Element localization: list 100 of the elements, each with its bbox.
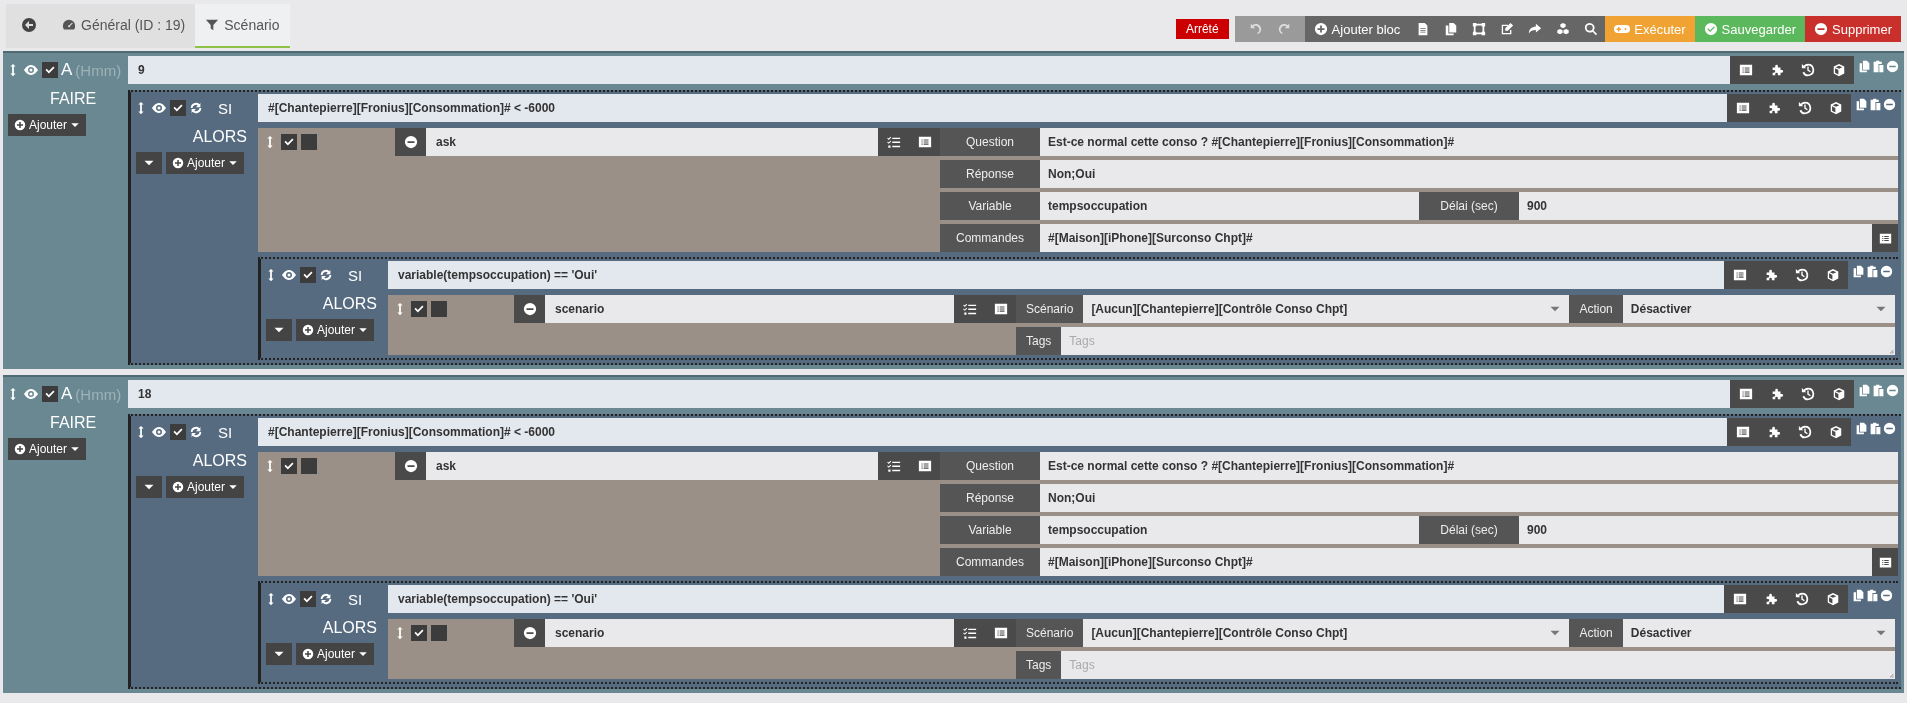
parallel-checkbox[interactable] <box>431 301 447 317</box>
checkbox[interactable] <box>300 591 316 607</box>
remove-button[interactable] <box>395 452 426 480</box>
command-picker-button[interactable] <box>1872 548 1898 576</box>
details-button[interactable] <box>909 452 940 480</box>
paste-button[interactable] <box>1866 589 1879 602</box>
text-field[interactable]: 900 <box>1519 192 1898 220</box>
cube-button[interactable] <box>1823 380 1854 408</box>
text-field[interactable]: Non;Oui <box>1040 160 1898 188</box>
checkbox[interactable] <box>281 134 297 150</box>
action-name-field[interactable]: scenario <box>545 295 954 323</box>
tags-field[interactable]: Tags <box>1061 651 1895 679</box>
tags-field[interactable]: Tags <box>1061 327 1895 355</box>
action-name-field[interactable]: ask <box>426 452 878 480</box>
collapse-button[interactable] <box>136 152 162 174</box>
options-button[interactable] <box>878 128 909 156</box>
text-field[interactable]: 900 <box>1519 516 1898 544</box>
checkbox[interactable] <box>170 100 186 116</box>
copy-button[interactable] <box>1855 98 1868 111</box>
remove-button[interactable] <box>1880 589 1893 602</box>
action-name-field[interactable]: scenario <box>545 619 954 647</box>
details-button[interactable] <box>985 619 1016 647</box>
copy-button[interactable] <box>1852 265 1865 278</box>
tab[interactable]: Général (ID : 19) <box>52 4 196 48</box>
paste-button[interactable] <box>1869 422 1882 435</box>
cube-button[interactable] <box>1823 56 1854 84</box>
add-dropdown[interactable]: Ajouter <box>296 319 375 341</box>
remove-button[interactable] <box>1886 384 1899 397</box>
paste-button[interactable] <box>1872 60 1885 73</box>
remove-button[interactable] <box>514 619 545 647</box>
paste-button[interactable] <box>1866 265 1879 278</box>
text-field[interactable]: #[Maison][iPhone][Surconso Chpt]# <box>1040 224 1872 252</box>
condition-field[interactable]: variable(tempsoccupation) == 'Oui' <box>388 585 1724 613</box>
condition-field[interactable]: #[Chantepierre][Fronius][Consommation]# < -6000 <box>258 418 1727 446</box>
parallel-checkbox[interactable] <box>301 458 317 474</box>
delete-button[interactable]: Supprimer <box>1805 16 1901 42</box>
remove-button[interactable] <box>1883 422 1896 435</box>
add-dropdown[interactable]: Ajouter <box>166 476 245 498</box>
details-button[interactable] <box>1730 56 1761 84</box>
parallel-checkbox[interactable] <box>301 134 317 150</box>
details-button[interactable] <box>985 295 1016 323</box>
cube-button[interactable] <box>1820 94 1851 122</box>
checkbox[interactable] <box>411 625 427 641</box>
tasks-icon <box>886 135 901 149</box>
details-button[interactable] <box>1724 261 1755 289</box>
paste-button[interactable] <box>1869 98 1882 111</box>
collapse-button[interactable] <box>136 476 162 498</box>
checkbox[interactable] <box>170 424 186 440</box>
remove-button[interactable] <box>1886 60 1899 73</box>
details-button[interactable] <box>1727 94 1758 122</box>
add-dropdown[interactable]: Ajouter <box>8 114 87 136</box>
checkbox[interactable] <box>281 458 297 474</box>
text-field[interactable]: #[Maison][iPhone][Surconso Chpt]# <box>1040 548 1872 576</box>
list-icon <box>917 459 932 473</box>
select-field[interactable]: [Aucun][Chantepierre][Contrôle Conso Chpt] <box>1083 295 1570 323</box>
collapse-button[interactable] <box>266 319 292 341</box>
text-field[interactable]: tempsoccupation <box>1040 192 1419 220</box>
time-field[interactable]: 9 <box>128 56 1730 84</box>
options-button[interactable] <box>954 619 985 647</box>
tab[interactable]: Scénario <box>195 4 290 48</box>
add-dropdown[interactable]: Ajouter <box>8 438 87 460</box>
text-field[interactable]: Est-ce normal cette conso ? #[Chantepierre][Fronius][Consommation]# <box>1040 452 1898 480</box>
details-button[interactable] <box>1724 585 1755 613</box>
condition-field[interactable]: #[Chantepierre][Fronius][Consommation]# < -6000 <box>258 94 1727 122</box>
text-field[interactable]: Est-ce normal cette conso ? #[Chantepierre][Fronius][Consommation]# <box>1040 128 1898 156</box>
collapse-button[interactable] <box>266 643 292 665</box>
cube-button[interactable] <box>1820 418 1851 446</box>
copy-button[interactable] <box>1852 589 1865 602</box>
add-dropdown[interactable]: Ajouter <box>166 152 245 174</box>
details-button[interactable] <box>909 128 940 156</box>
select-field[interactable]: Désactiver <box>1622 295 1895 323</box>
select-field[interactable]: [Aucun][Chantepierre][Contrôle Conso Chpt] <box>1083 619 1570 647</box>
details-button[interactable] <box>1727 418 1758 446</box>
remove-button[interactable] <box>395 128 426 156</box>
copy-button[interactable] <box>1855 422 1868 435</box>
checkbox[interactable] <box>42 62 58 78</box>
details-button[interactable] <box>1730 380 1761 408</box>
cube-button[interactable] <box>1817 261 1848 289</box>
action-name-field[interactable]: ask <box>426 128 878 156</box>
condition-field[interactable]: variable(tempsoccupation) == 'Oui' <box>388 261 1724 289</box>
add-dropdown[interactable]: Ajouter <box>296 643 375 665</box>
remove-button[interactable] <box>1883 98 1896 111</box>
cube-button[interactable] <box>1817 585 1848 613</box>
back-icon <box>21 17 37 33</box>
paste-button[interactable] <box>1872 384 1885 397</box>
remove-button[interactable] <box>514 295 545 323</box>
checkbox[interactable] <box>300 267 316 283</box>
text-field[interactable]: Non;Oui <box>1040 484 1898 512</box>
remove-button[interactable] <box>1880 265 1893 278</box>
copy-button[interactable] <box>1858 384 1871 397</box>
options-button[interactable] <box>954 295 985 323</box>
time-field[interactable]: 18 <box>128 380 1730 408</box>
copy-button[interactable] <box>1858 60 1871 73</box>
checkbox[interactable] <box>42 386 58 402</box>
command-picker-button[interactable] <box>1872 224 1898 252</box>
text-field[interactable]: tempsoccupation <box>1040 516 1419 544</box>
checkbox[interactable] <box>411 301 427 317</box>
parallel-checkbox[interactable] <box>431 625 447 641</box>
select-field[interactable]: Désactiver <box>1622 619 1895 647</box>
options-button[interactable] <box>878 452 909 480</box>
